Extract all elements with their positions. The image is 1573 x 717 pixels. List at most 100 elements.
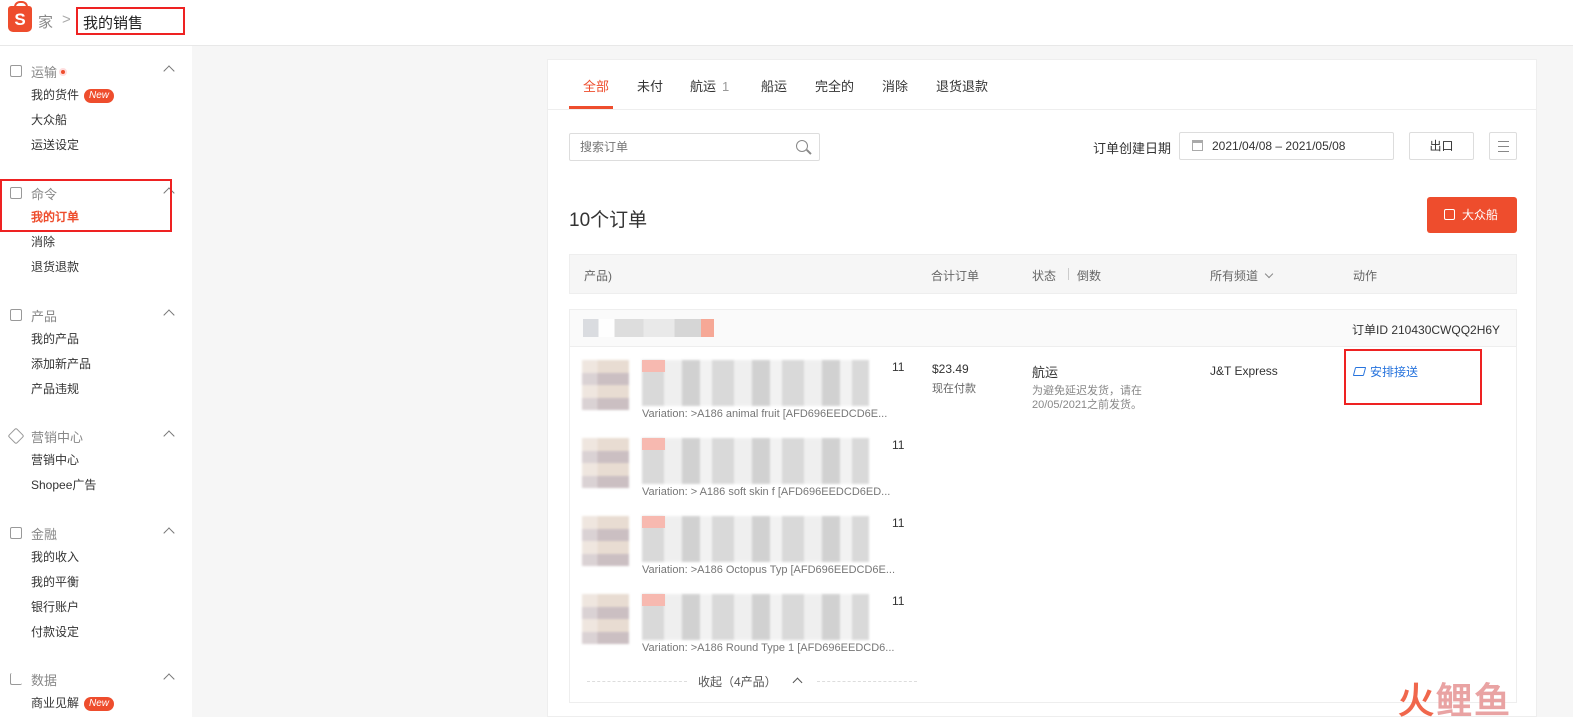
product-thumbnail: [582, 360, 629, 410]
breadcrumb-home[interactable]: 家: [38, 11, 53, 32]
chevron-up-icon[interactable]: [163, 430, 175, 442]
shopee-logo-icon[interactable]: S: [8, 1, 32, 32]
sidebar-item-label: 商业见解: [31, 696, 80, 710]
sidebar-item-mass-ship[interactable]: 大众船: [0, 108, 192, 133]
sidebar-item-my-shipments[interactable]: 我的货件 New: [0, 83, 192, 108]
sidebar-item-bank-accounts[interactable]: 银行账户: [0, 595, 192, 620]
sidebar-item-marketing-centre[interactable]: 营销中心: [0, 448, 192, 473]
product-variation: Variation: >A186 Octopus Typ [AFD696EEDC…: [642, 564, 896, 576]
chevron-up-icon[interactable]: [163, 673, 175, 685]
chevron-up-icon: [792, 677, 803, 688]
list-item[interactable]: Variation: >A186 Round Type 1 [AFD696EED…: [582, 594, 922, 664]
col-action: 动作: [1353, 269, 1378, 283]
tab-cancellation[interactable]: 消除: [882, 76, 908, 95]
sidebar-item-return-refund[interactable]: 退货退款: [0, 255, 192, 280]
export-button[interactable]: 出口: [1409, 132, 1474, 160]
sidebar-section-products: 产品 我的产品 添加新产品 产品违规: [0, 303, 192, 402]
sidebar-section-header[interactable]: 金融: [0, 521, 192, 545]
chevron-up-icon[interactable]: [163, 527, 175, 539]
watermark-logo: 火鲤鱼: [1398, 680, 1513, 717]
sidebar-item-cancellation[interactable]: 消除: [0, 230, 192, 255]
list-item[interactable]: Variation: > A186 soft skin f [AFD696EED…: [582, 438, 922, 508]
product-name-blurred: [642, 360, 869, 406]
sidebar-section-title: 金融: [31, 527, 58, 542]
shipping-channel: J&T Express: [1210, 364, 1278, 378]
col-countdown: 倒数: [1077, 269, 1102, 283]
col-channel-label: 所有频道: [1210, 269, 1259, 283]
mass-ship-button[interactable]: 大众船: [1427, 197, 1517, 233]
order-status: 航运: [1032, 365, 1059, 380]
breadcrumb-separator-icon: >: [62, 11, 71, 28]
tab-return-refund[interactable]: 退货退款: [936, 76, 988, 95]
menu-icon[interactable]: [1489, 132, 1517, 160]
product-quantity: 11: [892, 360, 905, 374]
date-range-picker[interactable]: 2021/04/08 – 2021/05/08: [1179, 132, 1394, 160]
list-item[interactable]: Variation: >A186 Octopus Typ [AFD696EEDC…: [582, 516, 922, 586]
tab-shipping[interactable]: 船运: [761, 76, 787, 95]
chevron-up-icon[interactable]: [163, 309, 175, 321]
sidebar-section-marketing: 营销中心 营销中心 Shopee广告: [0, 424, 192, 498]
sidebar-section-header[interactable]: 产品: [0, 303, 192, 327]
sidebar-section-title: 产品: [31, 309, 58, 324]
sidebar-item-my-products[interactable]: 我的产品: [0, 327, 192, 352]
col-channel-filter[interactable]: 所有频道: [1210, 267, 1274, 284]
active-tab-indicator: [569, 106, 613, 109]
chevron-up-icon[interactable]: [163, 65, 175, 77]
tab-to-ship[interactable]: 航运 1: [690, 76, 729, 95]
search-icon[interactable]: [796, 140, 808, 152]
tag-icon: [7, 427, 25, 445]
sidebar-item-payment-settings[interactable]: 付款设定: [0, 620, 192, 645]
product-variation: Variation: >A186 animal fruit [AFD696EED…: [642, 408, 888, 420]
payment-method: 现在付款: [932, 383, 976, 395]
sidebar-section-header[interactable]: 数据: [0, 667, 192, 691]
product-thumbnail: [582, 438, 629, 488]
product-quantity: 11: [892, 438, 905, 452]
sidebar-item-add-product[interactable]: 添加新产品: [0, 352, 192, 377]
collapse-label: 收起（4产品）: [698, 675, 777, 689]
search-input[interactable]: [569, 133, 820, 161]
tab-unpaid[interactable]: 未付: [637, 76, 663, 95]
sidebar-item-my-balance[interactable]: 我的平衡: [0, 570, 192, 595]
list-item[interactable]: Variation: >A186 animal fruit [AFD696EED…: [582, 360, 922, 430]
sidebar-section-title: 运输: [31, 65, 58, 80]
sidebar-item-product-violations[interactable]: 产品违规: [0, 377, 192, 402]
chart-icon: [10, 673, 22, 685]
sidebar-section-finance: 金融 我的收入 我的平衡 银行账户 付款设定: [0, 521, 192, 645]
order-tabs: 全部 未付 航运 1 船运 完全的 消除 退货退款: [548, 60, 1536, 110]
product-name-blurred: [642, 594, 869, 640]
order-count-title: 10个订单: [569, 210, 648, 231]
notification-dot: [59, 68, 68, 76]
product-thumbnail: [582, 594, 629, 644]
highlight-box: [0, 179, 172, 232]
product-variation: Variation: >A186 Round Type 1 [AFD696EED…: [642, 642, 895, 654]
collapse-products-toggle[interactable]: 收起（4产品）: [587, 671, 917, 691]
product-name-blurred: [642, 438, 869, 484]
sidebar-section-header[interactable]: 运输: [0, 59, 192, 83]
sidebar-item-shipping-settings[interactable]: 运送设定: [0, 133, 192, 158]
calendar-icon: [1192, 140, 1203, 151]
mass-ship-icon: [1444, 209, 1455, 220]
table-header: 产品) 合计订单 状态 倒数 所有频道 动作: [569, 254, 1517, 294]
column-divider: [1068, 268, 1069, 280]
product-variation: Variation: > A186 soft skin f [AFD696EED…: [642, 486, 891, 498]
shipping-icon: [10, 65, 22, 77]
col-status: 状态: [1032, 269, 1057, 283]
sidebar: 运输 我的货件 New 大众船 运送设定 命令 我的订单 消除 退货退款 产品 我…: [0, 46, 192, 717]
tab-all[interactable]: 全部: [583, 76, 609, 95]
order-id[interactable]: 订单ID 210430CWQQ2H6Y: [1352, 321, 1500, 338]
order-card: 订单ID 210430CWQQ2H6Y Variation: >A186 ani…: [569, 309, 1517, 703]
sidebar-item-business-insights[interactable]: 商业见解 New: [0, 691, 192, 716]
sidebar-section-title: 数据: [31, 673, 58, 688]
tab-completed[interactable]: 完全的: [815, 76, 854, 95]
wallet-icon: [10, 527, 22, 539]
sidebar-section-header[interactable]: 营销中心: [0, 424, 192, 448]
sidebar-item-my-income[interactable]: 我的收入: [0, 545, 192, 570]
sidebar-item-shopee-ads[interactable]: Shopee广告: [0, 473, 192, 498]
box-icon: [10, 309, 22, 321]
buyer-name-blurred: [583, 319, 714, 337]
ship-by-note: 为避免延迟发货，请在20/05/2021之前发货。: [1032, 385, 1143, 411]
breadcrumb-current: 我的销售: [76, 7, 185, 35]
product-quantity: 11: [892, 516, 905, 530]
date-range-value: 2021/04/08 – 2021/05/08: [1212, 139, 1346, 153]
sidebar-section-data: 数据 商业见解 New: [0, 667, 192, 716]
